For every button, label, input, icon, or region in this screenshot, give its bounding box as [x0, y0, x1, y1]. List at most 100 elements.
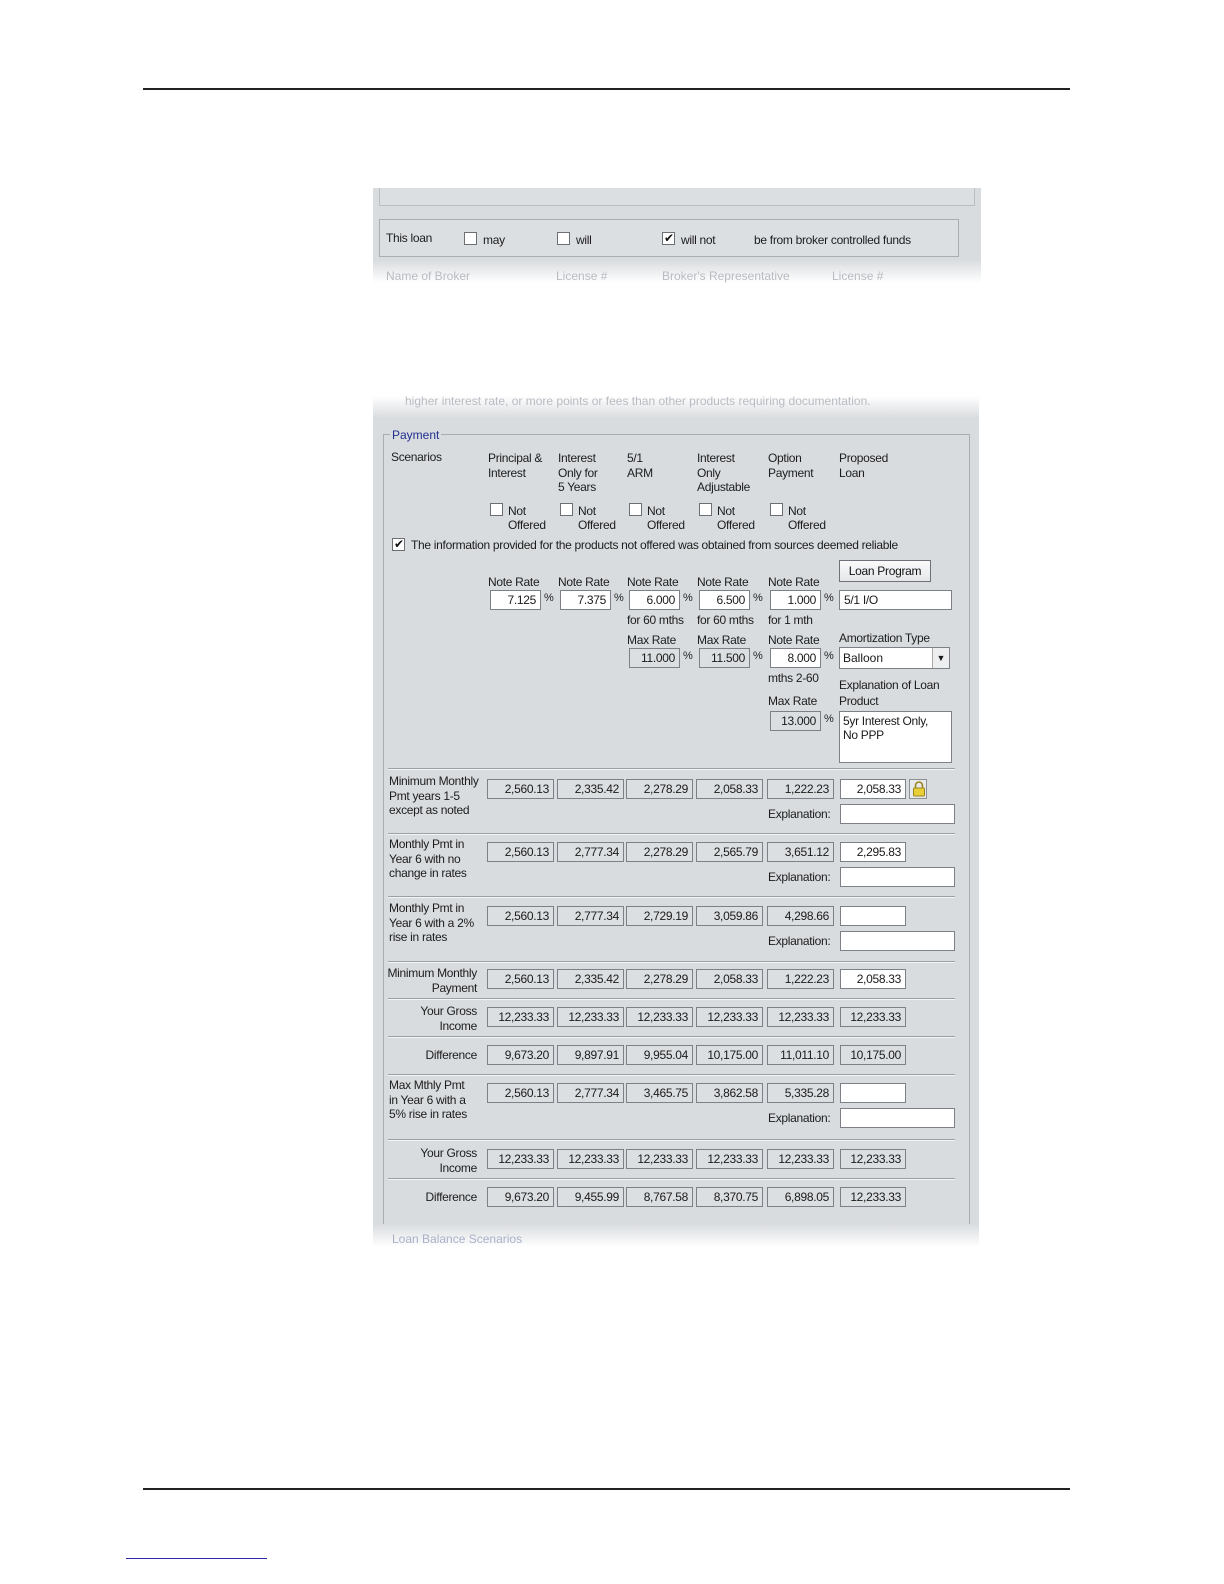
footer-link-underline — [126, 1558, 267, 1559]
proposed-loan-value-4: 12,233.33 — [840, 1007, 906, 1027]
option-max-rate-label: Max Rate — [768, 694, 817, 708]
row-label-0: Minimum Monthly — [389, 774, 479, 788]
scenario-value-6-2: 3,465.75 — [626, 1083, 693, 1103]
proposed-loan-value-8: 12,233.33 — [840, 1187, 906, 1207]
column-header-1-line2: Only for — [558, 465, 598, 480]
row-label-7: Your Gross — [420, 1146, 477, 1160]
will-not-checkbox[interactable] — [662, 231, 675, 245]
chevron-down-icon[interactable]: ▼ — [932, 648, 949, 668]
not-offered-label-2: Not — [647, 504, 665, 518]
row-label-0: except as noted — [389, 803, 470, 817]
note-rate-input-1[interactable]: 7.375 — [560, 590, 611, 610]
payment-screenshot: higher interest rate, or more points or … — [373, 396, 979, 1247]
scenario-value-3-4: 1,222.23 — [767, 969, 834, 989]
note-rate-input-4[interactable]: 1.000 — [770, 590, 821, 610]
row-separator — [388, 833, 955, 835]
lock-icon[interactable] — [909, 779, 927, 799]
for-60-mths-label: for 60 mths — [627, 613, 684, 627]
column-header-5-line1: Proposed — [839, 451, 888, 465]
not-offered-label-3: Not — [717, 504, 735, 518]
row-label-7: Income — [439, 1160, 477, 1175]
row-label-8: Difference — [425, 1190, 478, 1204]
explanation-product-label: Explanation of Loan — [839, 678, 940, 692]
scenario-value-5-1: 9,897.91 — [557, 1045, 624, 1065]
proposed-loan-value-7: 12,233.33 — [840, 1149, 906, 1169]
may-checkbox[interactable] — [464, 232, 477, 245]
percent-sign: % — [614, 592, 624, 604]
column-header-2-line2: ARM — [627, 465, 653, 480]
explanation-product-label: Product — [839, 694, 879, 708]
not-offered-label-4: Offered — [788, 518, 826, 532]
proposed-loan-value-0[interactable]: 2,058.33 — [840, 779, 906, 799]
row-separator — [388, 998, 955, 1000]
not-offered-label-3: Offered — [717, 518, 755, 532]
proposed-loan-value-3[interactable]: 2,058.33 — [840, 969, 906, 989]
scenario-value-1-2: 2,278.29 — [626, 842, 693, 862]
scenario-value-0-2: 2,278.29 — [626, 779, 693, 799]
percent-sign: % — [753, 592, 763, 604]
explanation-input-6[interactable] — [840, 1108, 955, 1128]
not-offered-label-4: Not — [788, 504, 806, 518]
not-offered-checkbox-3[interactable] — [699, 503, 712, 516]
column-header-3-line1: Interest — [697, 451, 735, 465]
scenario-value-2-3: 3,059.86 — [696, 906, 763, 926]
scenario-value-0-4: 1,222.23 — [767, 779, 834, 799]
scenario-value-2-1: 2,777.34 — [557, 906, 624, 926]
row-label-2: Year 6 with a 2% — [389, 915, 474, 930]
scenario-value-2-0: 2,560.13 — [487, 906, 554, 926]
proposed-loan-value-5: 10,175.00 — [840, 1045, 906, 1065]
proposed-loan-value-2[interactable] — [840, 906, 906, 926]
scenario-value-1-1: 2,777.34 — [557, 842, 624, 862]
row-label-0: Pmt years 1-5 — [389, 788, 460, 803]
broker-funds-suffix: be from broker controlled funds — [754, 233, 911, 247]
will-not-label: will not — [681, 233, 716, 247]
row-label-6: in Year 6 with a — [389, 1092, 466, 1107]
loan-program-button[interactable]: Loan Program — [839, 560, 931, 582]
not-offered-checkbox-0[interactable] — [490, 503, 503, 516]
row-label-5: Difference — [425, 1048, 478, 1062]
explanation-input-1[interactable] — [840, 867, 955, 887]
loan-program-input[interactable]: 5/1 I/O — [839, 590, 952, 610]
explanation-label-2: Explanation: — [768, 934, 831, 948]
proposed-loan-value-6[interactable] — [840, 1083, 906, 1103]
explanation-input-0[interactable] — [840, 804, 955, 824]
column-header-3-line2: Only — [697, 465, 721, 480]
option-note-rate-input[interactable]: 8.000 — [770, 648, 821, 668]
reliable-sources-checkbox[interactable] — [392, 537, 405, 551]
scenario-value-6-0: 2,560.13 — [487, 1083, 554, 1103]
amortization-type-select[interactable]: Balloon ▼ — [839, 647, 950, 669]
explanation-input-2[interactable] — [840, 931, 955, 951]
not-offered-checkbox-4[interactable] — [770, 503, 783, 516]
scenario-value-0-1: 2,335.42 — [557, 779, 624, 799]
explanation-product-textarea[interactable]: 5yr Interest Only, No PPP — [839, 711, 952, 763]
note-rate-input-2[interactable]: 6.000 — [629, 590, 680, 610]
note-rate-input-0[interactable]: 7.125 — [490, 590, 541, 610]
column-header-1-line3: 5 Years — [558, 480, 596, 494]
will-checkbox[interactable] — [557, 232, 570, 245]
scenario-value-0-3: 2,058.33 — [696, 779, 763, 799]
scenario-value-8-2: 8,767.58 — [626, 1187, 693, 1207]
row-separator — [388, 1036, 955, 1038]
not-offered-label-1: Not — [578, 504, 596, 518]
column-header-0-line2: Interest — [488, 465, 526, 480]
not-offered-label-1: Offered — [578, 518, 616, 532]
percent-sign: % — [824, 713, 834, 725]
scenario-value-5-4: 11,011.10 — [767, 1045, 834, 1065]
explanation-label-6: Explanation: — [768, 1111, 831, 1125]
scenario-value-4-2: 12,233.33 — [626, 1007, 693, 1027]
row-label-1: Year 6 with no — [389, 851, 461, 866]
scenario-value-3-0: 2,560.13 — [487, 969, 554, 989]
proposed-loan-value-1[interactable]: 2,295.83 — [840, 842, 906, 862]
note-rate-input-3[interactable]: 6.500 — [699, 590, 750, 610]
not-offered-checkbox-2[interactable] — [629, 503, 642, 516]
mths-2-60-label: mths 2-60 — [768, 671, 819, 685]
payment-group-title: Payment — [390, 428, 442, 442]
option-note-rate-label: Note Rate — [768, 633, 820, 647]
row-label-6: Max Mthly Pmt — [389, 1078, 465, 1092]
not-offered-checkbox-1[interactable] — [560, 503, 573, 516]
scenarios-label: Scenarios — [391, 450, 442, 464]
percent-sign: % — [544, 592, 554, 604]
scenario-value-8-0: 9,673.20 — [487, 1187, 554, 1207]
name-of-broker-label: Name of Broker — [386, 269, 471, 283]
scenario-value-7-2: 12,233.33 — [626, 1149, 693, 1169]
